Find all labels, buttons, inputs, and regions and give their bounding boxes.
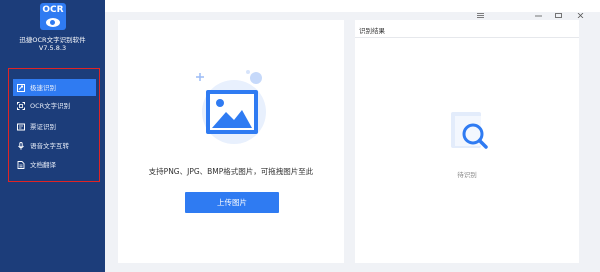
result-title: 识别结果 bbox=[359, 27, 385, 35]
upload-hint: 支持PNG、JPG、BMP格式图片，可拖拽图片至此 bbox=[148, 167, 314, 176]
ticket-icon bbox=[17, 123, 25, 131]
sidebar-item-label: OCR文字识别 bbox=[30, 101, 71, 110]
logo-text: OCR bbox=[42, 5, 64, 15]
sidebar-item-voice[interactable]: 语音文字互转 bbox=[13, 137, 96, 154]
pending-status: 待识别 bbox=[457, 171, 477, 179]
menu-icon[interactable] bbox=[477, 3, 484, 18]
quick-scan-icon bbox=[17, 83, 25, 92]
result-panel: 识别结果 待识别 bbox=[355, 20, 579, 263]
sidebar-item-quick-recognition[interactable]: 极速识别 bbox=[13, 79, 96, 96]
sidebar-item-translate[interactable]: 文档翻译 bbox=[13, 156, 96, 173]
sidebar-item-label: 票证识别 bbox=[30, 122, 56, 131]
image-upload-icon bbox=[186, 68, 276, 148]
magnifier-document-icon bbox=[445, 104, 495, 156]
eye-icon bbox=[46, 18, 60, 27]
microphone-icon bbox=[17, 141, 25, 150]
upload-drop-zone[interactable]: 支持PNG、JPG、BMP格式图片，可拖拽图片至此 上传图片 bbox=[118, 20, 344, 263]
close-icon[interactable] bbox=[577, 3, 584, 19]
maximize-icon[interactable] bbox=[555, 3, 562, 18]
divider bbox=[355, 37, 579, 38]
sidebar-item-label: 极速识别 bbox=[30, 83, 56, 92]
scan-frame-icon bbox=[17, 101, 25, 110]
sidebar-item-ocr[interactable]: OCR文字识别 bbox=[13, 97, 96, 114]
minimize-icon[interactable] bbox=[535, 3, 542, 17]
sidebar-item-ticket[interactable]: 票证识别 bbox=[13, 118, 96, 135]
title-bar bbox=[105, 0, 600, 19]
document-translate-icon bbox=[17, 160, 25, 169]
sidebar-item-label: 文档翻译 bbox=[30, 160, 56, 169]
app-name: 迅捷OCR文字识别软件 bbox=[19, 36, 86, 44]
upload-image-button[interactable]: 上传图片 bbox=[185, 192, 279, 213]
app-logo-icon: OCR bbox=[40, 3, 66, 30]
sidebar: OCR 迅捷OCR文字识别软件 V7.5.8.3 极速识别 OCR文字识别 票证… bbox=[0, 0, 105, 272]
sidebar-item-label: 语音文字互转 bbox=[30, 141, 69, 150]
app-version: V7.5.8.3 bbox=[38, 44, 67, 52]
